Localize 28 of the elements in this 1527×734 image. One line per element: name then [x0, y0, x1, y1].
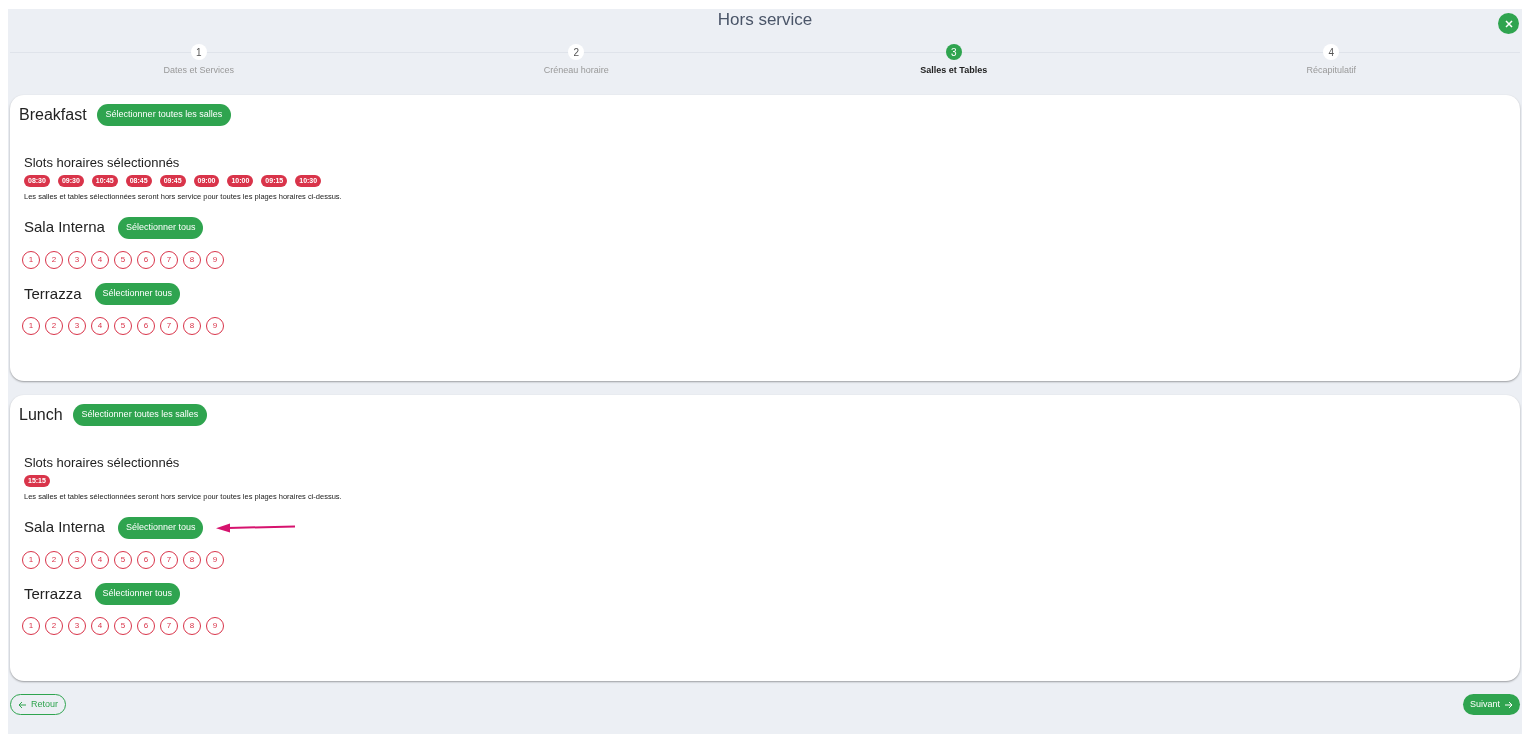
- select-all-tables-button[interactable]: Sélectionner tous: [94, 283, 181, 305]
- close-button[interactable]: [1498, 13, 1519, 34]
- step-number: 1: [190, 44, 207, 60]
- select-all-tables-button[interactable]: Sélectionner tous: [94, 583, 181, 605]
- next-button[interactable]: Suivant: [1462, 694, 1520, 715]
- step-number: 2: [568, 44, 585, 60]
- arrow-left-icon: [18, 700, 27, 709]
- slots-heading: Slots horaires sélectionnés: [24, 155, 181, 171]
- step-label: Dates et Services: [163, 64, 234, 77]
- room-name: Terrazza: [24, 583, 82, 604]
- dialog-title: Hors service: [717, 10, 813, 30]
- room-name: Sala Interna: [24, 217, 105, 238]
- slots-heading: Slots horaires sélectionnés: [24, 455, 181, 471]
- service-name: Breakfast: [19, 105, 87, 125]
- step-number: 4: [1323, 44, 1340, 60]
- room-name: Sala Interna: [24, 517, 105, 538]
- step-label: Récapitulatif: [1306, 64, 1356, 77]
- select-all-rooms-button[interactable]: Sélectionner toutes les salles: [72, 404, 208, 426]
- room-name: Terrazza: [24, 283, 82, 304]
- close-icon: [1503, 18, 1514, 29]
- select-all-tables-button[interactable]: Sélectionner tous: [117, 216, 204, 239]
- select-all-tables-button[interactable]: Sélectionner tous: [117, 516, 204, 539]
- step-number: 3: [945, 44, 962, 60]
- arrow-right-icon: [1504, 700, 1513, 709]
- step-label: Salles et Tables: [920, 64, 988, 77]
- select-all-rooms-button[interactable]: Sélectionner toutes les salles: [96, 104, 232, 126]
- step-label: Créneau horaire: [543, 64, 609, 77]
- service-name: Lunch: [19, 405, 63, 425]
